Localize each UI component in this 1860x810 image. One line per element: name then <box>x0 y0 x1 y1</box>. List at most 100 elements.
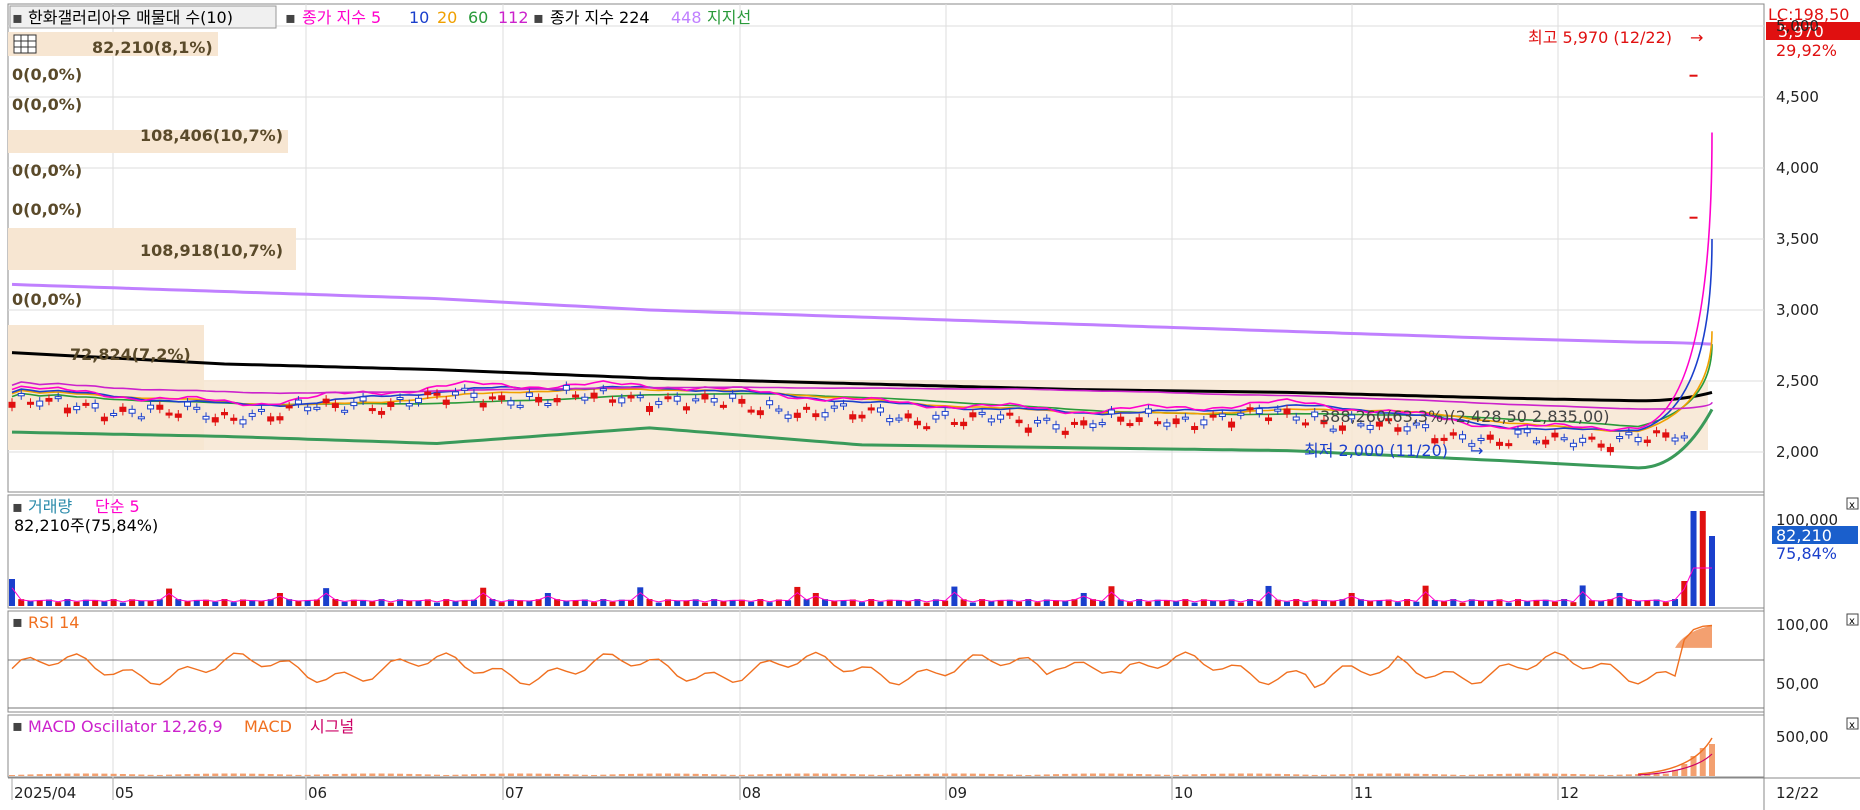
volume-bar <box>609 601 616 606</box>
rsi-tick-100: 100,00 <box>1776 616 1829 634</box>
macd-bar <box>701 774 708 776</box>
volume-ma-label: 단순 5 <box>95 497 140 516</box>
candle <box>1606 446 1614 453</box>
macd-close-icon[interactable]: x <box>1846 717 1859 731</box>
candle <box>1505 443 1513 447</box>
candle <box>1015 419 1023 424</box>
candle <box>248 413 256 417</box>
volume-info: 82,210주(75,84%) <box>14 516 158 535</box>
volume-bar <box>1394 602 1401 606</box>
macd-bar <box>1625 774 1632 776</box>
macd-bar <box>258 773 265 776</box>
volume-bar <box>720 601 727 606</box>
volume-bar <box>184 601 191 606</box>
macd-bar <box>951 773 958 776</box>
volume-bar <box>406 600 413 606</box>
candle <box>1191 426 1199 430</box>
macd-bar <box>1154 774 1161 776</box>
macd-bar <box>489 773 496 776</box>
macd-bar <box>979 773 986 776</box>
candle <box>184 401 192 407</box>
candle <box>950 421 958 425</box>
macd-bar <box>674 773 681 776</box>
table-icon[interactable] <box>13 34 37 54</box>
volume-bar <box>794 586 801 606</box>
macd-bar <box>1200 774 1207 776</box>
candle <box>17 393 25 397</box>
macd-bar <box>27 774 34 776</box>
volume-label: 거래량 <box>28 497 72 516</box>
volume-bar <box>295 600 302 606</box>
candle <box>442 399 450 405</box>
candle <box>609 399 617 403</box>
macd-bar <box>110 773 117 776</box>
macd-bar <box>249 773 256 776</box>
volume-bar <box>1016 601 1023 606</box>
macd-bar <box>230 773 237 776</box>
macd-bar <box>1487 774 1494 776</box>
macd-bar <box>1607 774 1614 776</box>
vp-label-5: 0(0,0%) <box>12 200 82 219</box>
macd-bar <box>1551 773 1558 776</box>
candle <box>1496 441 1503 446</box>
volume-bar <box>1616 592 1623 606</box>
candle <box>313 406 321 410</box>
macd-bar <box>748 774 755 776</box>
candle <box>655 401 663 405</box>
macd-bar <box>1053 774 1060 776</box>
candle <box>1551 432 1559 438</box>
candle <box>433 392 441 396</box>
candle <box>119 406 127 412</box>
candle <box>1329 428 1337 432</box>
candle <box>1107 409 1115 415</box>
macd-bar <box>221 773 228 776</box>
macd-bar <box>637 773 644 776</box>
macd-bar <box>1431 774 1438 776</box>
candle <box>572 394 580 398</box>
volume-close-icon[interactable]: x <box>1846 497 1859 511</box>
macd-bar <box>544 773 551 776</box>
candle <box>1653 430 1661 434</box>
macd-bar <box>1173 774 1180 776</box>
volume-bar <box>1062 600 1069 606</box>
rsi-close-icon[interactable]: x <box>1846 613 1859 627</box>
volume-bar <box>1173 601 1180 606</box>
candle <box>553 398 561 403</box>
candle <box>1311 411 1319 418</box>
candle <box>710 398 718 403</box>
macd-bar <box>932 773 939 776</box>
macd-bar <box>332 774 339 776</box>
volume-bar <box>1570 602 1577 606</box>
legend-support: 지지선 <box>707 8 751 27</box>
volume-bar <box>1302 602 1309 606</box>
candle <box>997 414 1005 420</box>
candle <box>100 416 108 422</box>
macd-bar <box>1265 773 1272 776</box>
volume-panel-frame <box>7 494 1765 609</box>
legend-ma60: 60 <box>468 8 488 27</box>
legend-ma20: 20 <box>437 8 457 27</box>
macd-bar <box>1561 773 1568 776</box>
macd-bar <box>1117 773 1124 776</box>
candle <box>1625 431 1633 436</box>
rsi-label: RSI 14 <box>28 613 79 632</box>
volume-bar <box>748 601 755 606</box>
macd-bar <box>212 773 219 776</box>
vp-label-7: 0(0,0%) <box>12 290 82 309</box>
candle <box>516 404 524 408</box>
macd-bar <box>1080 773 1087 776</box>
x-tick-label: 08 <box>742 784 761 802</box>
macd-bar <box>1478 774 1485 776</box>
candle <box>304 406 312 412</box>
volume-bar <box>1284 601 1290 606</box>
macd-bar <box>1339 774 1346 776</box>
macd-osc-label: MACD Oscillator 12,26,9 <box>28 717 223 736</box>
macd-bar <box>276 774 283 776</box>
price-y-axis: 5,5005,0004,5004,0003,5003,0002,5002,000 <box>1776 17 1819 461</box>
candle <box>784 414 792 419</box>
high-label: 최고 5,970 (12/22) <box>1528 28 1672 47</box>
macd-bar <box>1348 774 1355 776</box>
macd-bar <box>1330 774 1337 776</box>
candle <box>719 404 727 408</box>
candle <box>1597 443 1605 448</box>
